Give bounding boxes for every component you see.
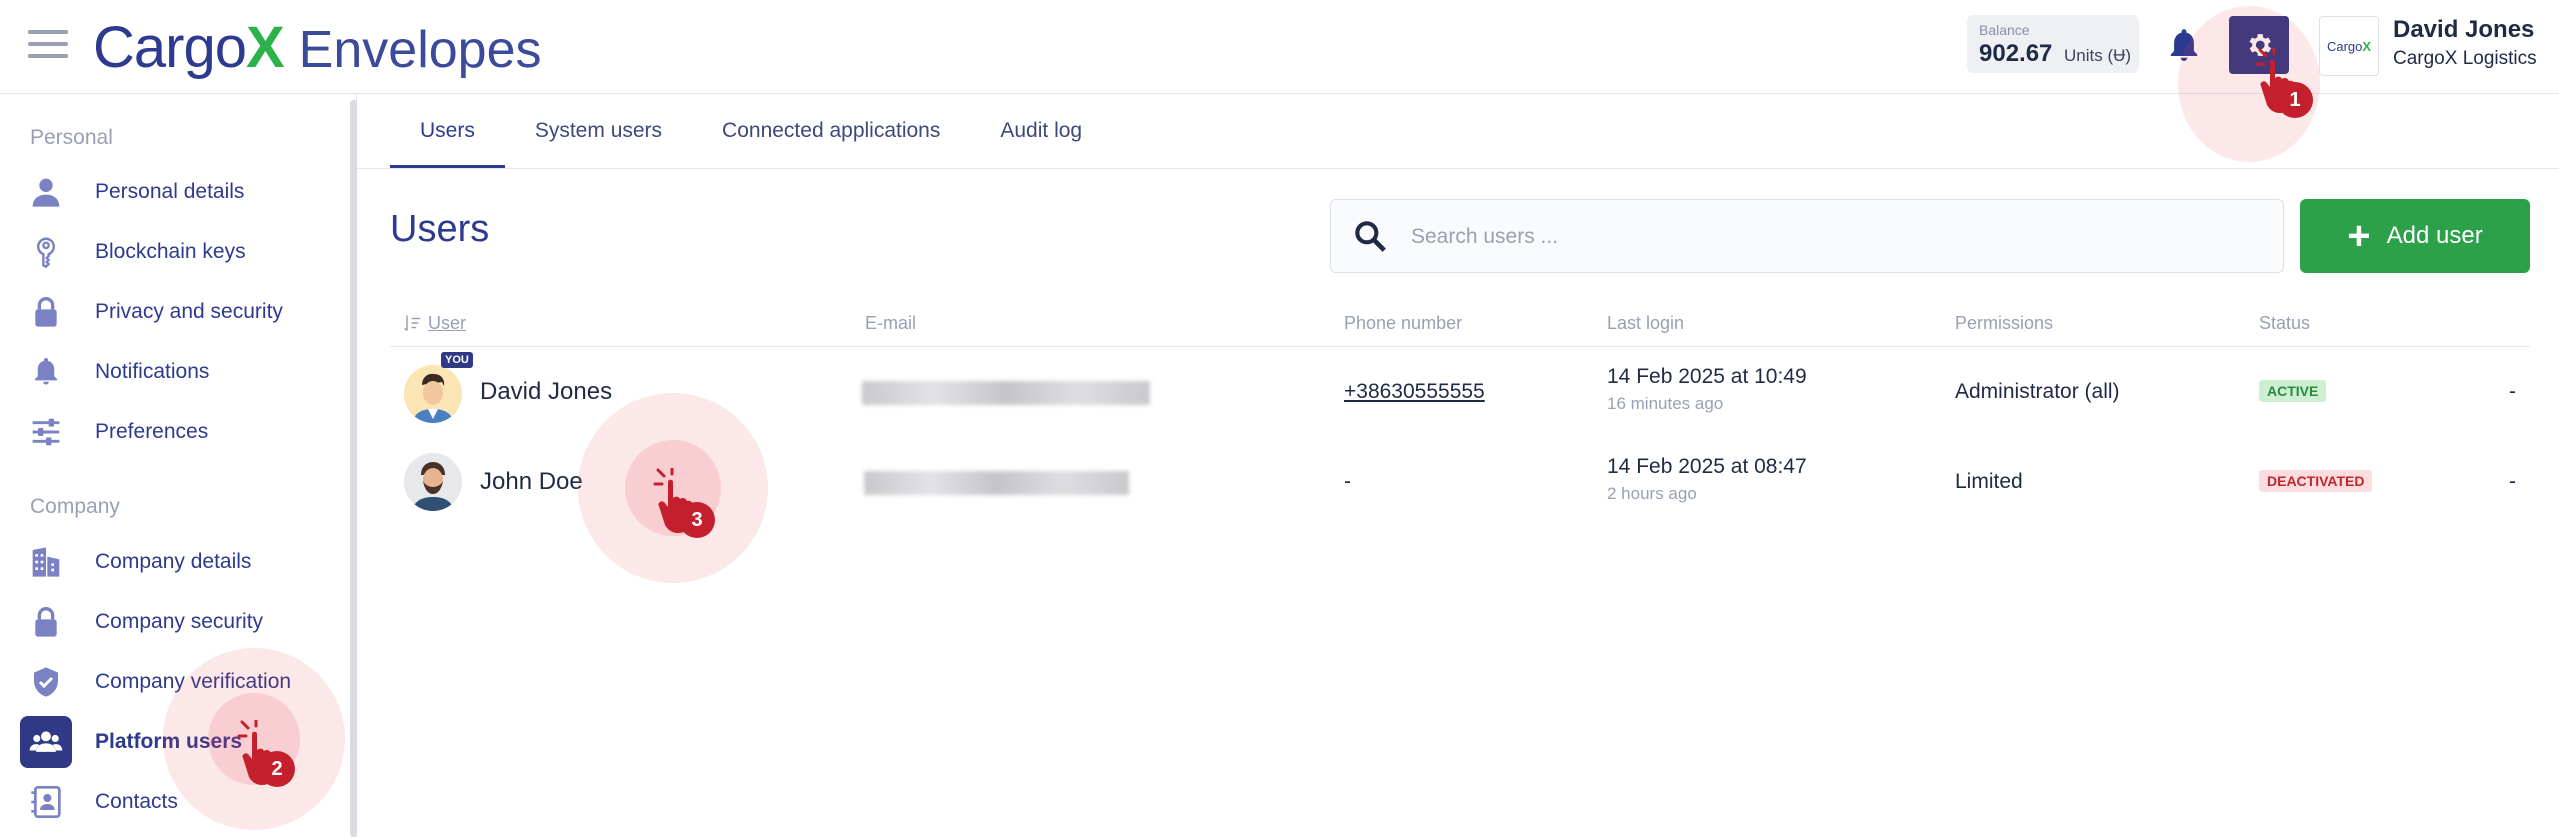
sidebar-item-company-details[interactable]: Company details: [20, 534, 340, 590]
sidebar-item-label: Privacy and security: [95, 300, 283, 323]
column-header-last-login: Last login: [1607, 313, 1685, 333]
you-badge: YOU: [441, 352, 473, 368]
step-marker-2: 2: [259, 751, 295, 787]
hamburger-menu-icon[interactable]: [28, 30, 68, 62]
search-box[interactable]: [1330, 199, 2284, 273]
sidebar-item-privacy-security[interactable]: Privacy and security: [20, 284, 340, 340]
status-badge: DEACTIVATED: [2259, 470, 2373, 492]
avatar: [404, 365, 462, 423]
sidebar-item-label: Blockchain keys: [95, 240, 246, 263]
status-badge: ACTIVE: [2259, 380, 2327, 402]
permissions-cell: Limited: [1955, 470, 2023, 493]
company-logo[interactable]: Cargo X: [2319, 16, 2379, 76]
balance-label: Balance: [1979, 22, 2030, 38]
email-redacted: [862, 381, 1150, 405]
step-marker-3: 3: [679, 502, 715, 538]
tab-connected-applications[interactable]: Connected applications: [692, 94, 970, 168]
bell-icon: [20, 346, 72, 398]
phone-cell: -: [1344, 470, 1351, 493]
tab-divider: [357, 168, 2559, 169]
tab-audit-log[interactable]: Audit log: [970, 94, 1112, 168]
building-icon: [20, 536, 72, 588]
email-redacted: [864, 471, 1129, 495]
plus-icon: +: [2347, 214, 2371, 258]
sidebar-item-notifications[interactable]: Notifications: [20, 344, 340, 400]
lock-icon: [20, 596, 72, 648]
balance-unit: Units (Ʉ): [2064, 46, 2132, 65]
column-header-label: User: [428, 313, 467, 333]
lock-icon: [20, 286, 72, 338]
user-name-cell[interactable]: David Jones: [480, 378, 612, 406]
column-header-user[interactable]: User: [404, 313, 466, 334]
company-logo-text: Cargo: [2326, 38, 2363, 54]
add-user-button[interactable]: + Add user: [2300, 199, 2530, 273]
last-login-date: 14 Feb 2025 at 10:49: [1607, 365, 1807, 388]
sliders-icon: [20, 406, 72, 458]
sidebar-section-personal: Personal: [30, 126, 113, 149]
add-user-label: Add user: [2386, 222, 2483, 249]
sidebar-item-company-security[interactable]: Company security: [20, 594, 340, 650]
permissions-cell: Administrator (all): [1955, 380, 2120, 403]
sidebar-item-label: Personal details: [95, 180, 245, 203]
company-logo-x: X: [2362, 38, 2372, 54]
sidebar-item-preferences[interactable]: Preferences: [20, 404, 340, 460]
sort-icon: [404, 315, 421, 332]
row-action[interactable]: -: [2509, 470, 2516, 494]
sidebar-item-blockchain-keys[interactable]: Blockchain keys: [20, 224, 340, 280]
logo-brand-x: X: [245, 15, 285, 80]
user-company: CargoX Logistics: [2393, 48, 2537, 69]
avatar: [404, 453, 462, 511]
page-title: Users: [390, 208, 490, 250]
user-name[interactable]: David Jones: [2393, 16, 2534, 44]
column-header-permissions: Permissions: [1955, 313, 2054, 333]
step-marker-1: 1: [2277, 82, 2313, 118]
search-input[interactable]: [1409, 216, 2253, 258]
logo-product: Envelopes: [298, 21, 542, 79]
balance-value: 902.67: [1979, 40, 2053, 67]
tab-users[interactable]: Users: [390, 94, 505, 169]
sidebar-item-label: Company security: [95, 610, 264, 633]
sidebar-item-label: Notifications: [95, 360, 210, 383]
key-icon: [20, 226, 72, 278]
app-logo[interactable]: Cargo X Envelopes: [93, 14, 542, 80]
balance-widget[interactable]: Balance 902.67 Units (Ʉ): [1967, 15, 2139, 73]
sidebar-item-label: Preferences: [95, 420, 209, 443]
last-login-relative: 2 hours ago: [1607, 484, 1697, 503]
column-header-email: E-mail: [865, 313, 917, 333]
sidebar-item-label: Contacts: [95, 790, 178, 813]
sidebar-item-personal-details[interactable]: Personal details: [20, 164, 340, 220]
sidebar-section-company: Company: [30, 495, 120, 518]
row-action[interactable]: -: [2509, 380, 2516, 404]
contacts-icon: [20, 776, 72, 828]
person-icon: [20, 166, 72, 218]
tab-bar: Users System users Connected application…: [390, 94, 1112, 169]
phone-link[interactable]: +38630555555: [1344, 380, 1485, 404]
top-bar: Cargo X Envelopes Balance 902.67 Units (Ʉ…: [0, 0, 2559, 94]
search-icon: [1355, 221, 1386, 252]
column-header-status: Status: [2259, 313, 2311, 333]
last-login-relative: 16 minutes ago: [1607, 394, 1724, 413]
last-login-date: 14 Feb 2025 at 08:47: [1607, 455, 1807, 478]
users-icon: [20, 716, 72, 768]
shield-check-icon: [20, 656, 72, 708]
logo-brand: Cargo: [93, 15, 247, 80]
column-header-phone: Phone number: [1344, 313, 1463, 333]
sidebar-scrollbar[interactable]: [350, 100, 357, 837]
tab-system-users[interactable]: System users: [505, 94, 692, 168]
sidebar-item-label: Company details: [95, 550, 252, 573]
user-name-cell[interactable]: John Doe: [480, 468, 583, 496]
